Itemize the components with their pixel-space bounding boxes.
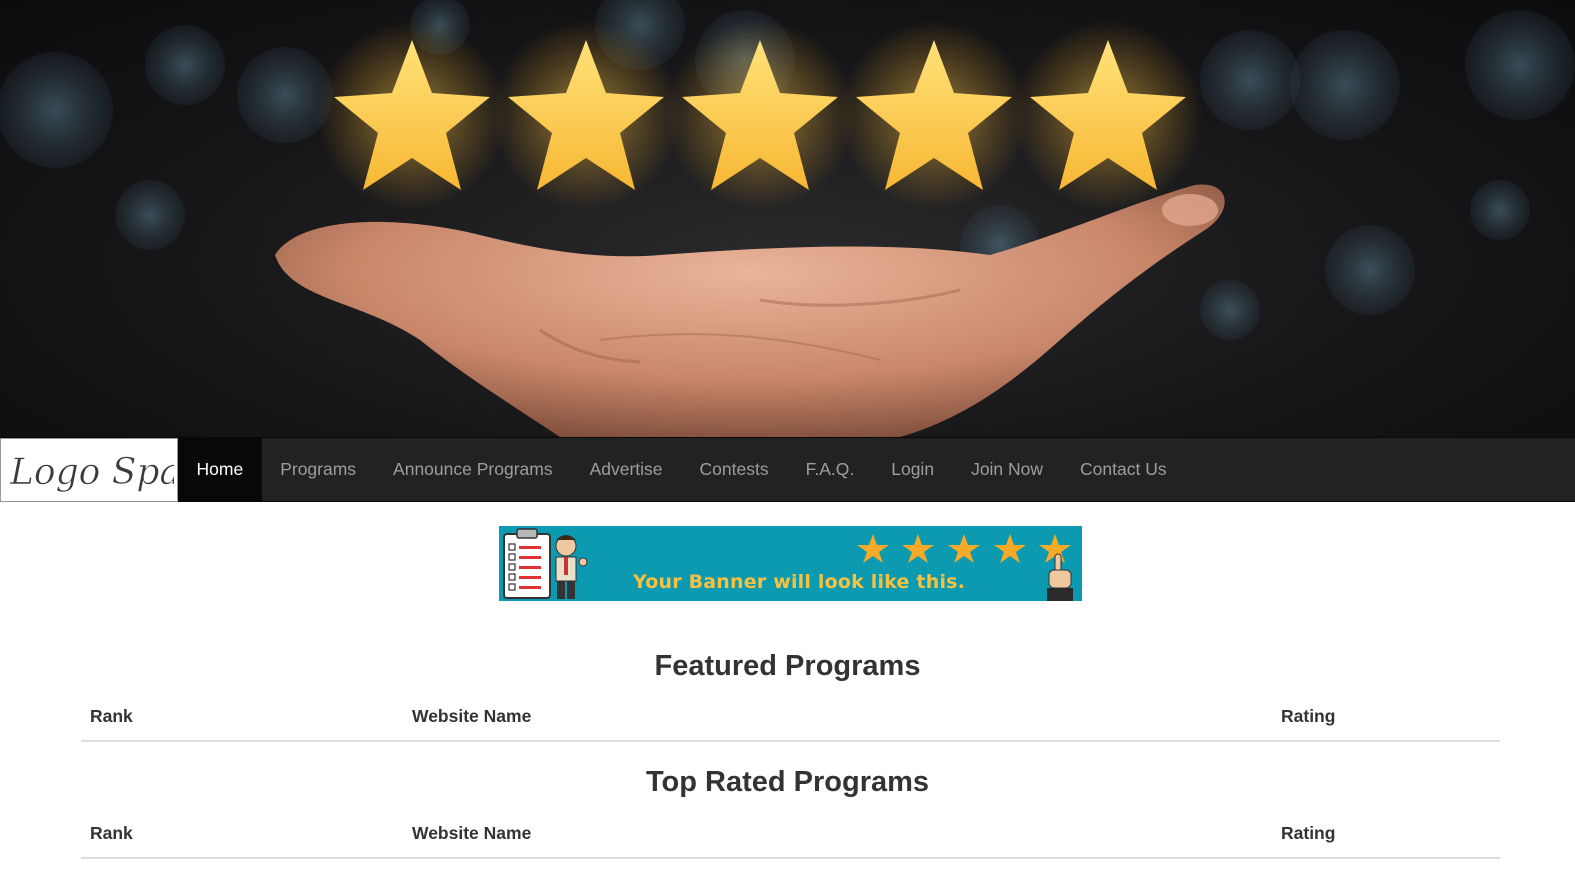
featured-programs-table: Rank Website Name Rating	[81, 698, 1500, 742]
pointing-hand-icon	[1047, 553, 1073, 601]
site-logo[interactable]: Logo Space	[0, 438, 178, 502]
table-header-row: Rank Website Name Rating	[81, 698, 1500, 742]
banner-text: Your Banner will look like this.	[633, 571, 966, 593]
star-icon	[902, 534, 934, 563]
top-rated-programs-title: Top Rated Programs	[645, 766, 930, 798]
logo-text: Logo Space	[9, 452, 174, 493]
nav-faq[interactable]: F.A.Q.	[787, 438, 873, 501]
table-header-row: Rank Website Name Rating	[81, 815, 1500, 859]
open-hand	[275, 184, 1225, 437]
checklist-icon	[503, 528, 551, 599]
column-header-website-name: Website Name	[403, 815, 1272, 859]
main-navbar: Logo Space Home Programs Announce Progra…	[0, 437, 1575, 502]
star-icon	[948, 534, 980, 563]
featured-programs-title: Featured Programs	[654, 650, 921, 682]
column-header-rating: Rating	[1272, 815, 1500, 859]
top-rated-programs-table: Rank Website Name Rating	[81, 815, 1500, 859]
nav-advertise[interactable]: Advertise	[571, 438, 681, 501]
star-icon	[857, 534, 889, 563]
star-icon	[994, 534, 1026, 563]
nav-announce-programs[interactable]: Announce Programs	[375, 438, 572, 501]
logo-placeholder-graphic: Logo Space	[9, 452, 174, 494]
nav-home[interactable]: Home	[178, 438, 262, 501]
column-header-rating: Rating	[1272, 698, 1500, 742]
thumbs-up-man-icon	[555, 535, 588, 599]
nav-programs[interactable]: Programs	[262, 438, 375, 501]
hero-image	[0, 0, 1575, 437]
nav-menu: Home Programs Announce Programs Advertis…	[178, 438, 1185, 501]
nav-contact-us[interactable]: Contact Us	[1062, 438, 1186, 501]
nav-join-now[interactable]: Join Now	[953, 438, 1062, 501]
hero-stars-hand-illustration	[0, 0, 1575, 437]
column-header-rank: Rank	[81, 698, 403, 742]
nav-contests[interactable]: Contests	[681, 438, 787, 501]
ad-banner[interactable]: Your Banner will look like this.	[499, 526, 1082, 601]
banner-stars	[857, 534, 1071, 563]
nav-login[interactable]: Login	[873, 438, 953, 501]
column-header-rank: Rank	[81, 815, 403, 859]
column-header-website-name: Website Name	[403, 698, 1272, 742]
